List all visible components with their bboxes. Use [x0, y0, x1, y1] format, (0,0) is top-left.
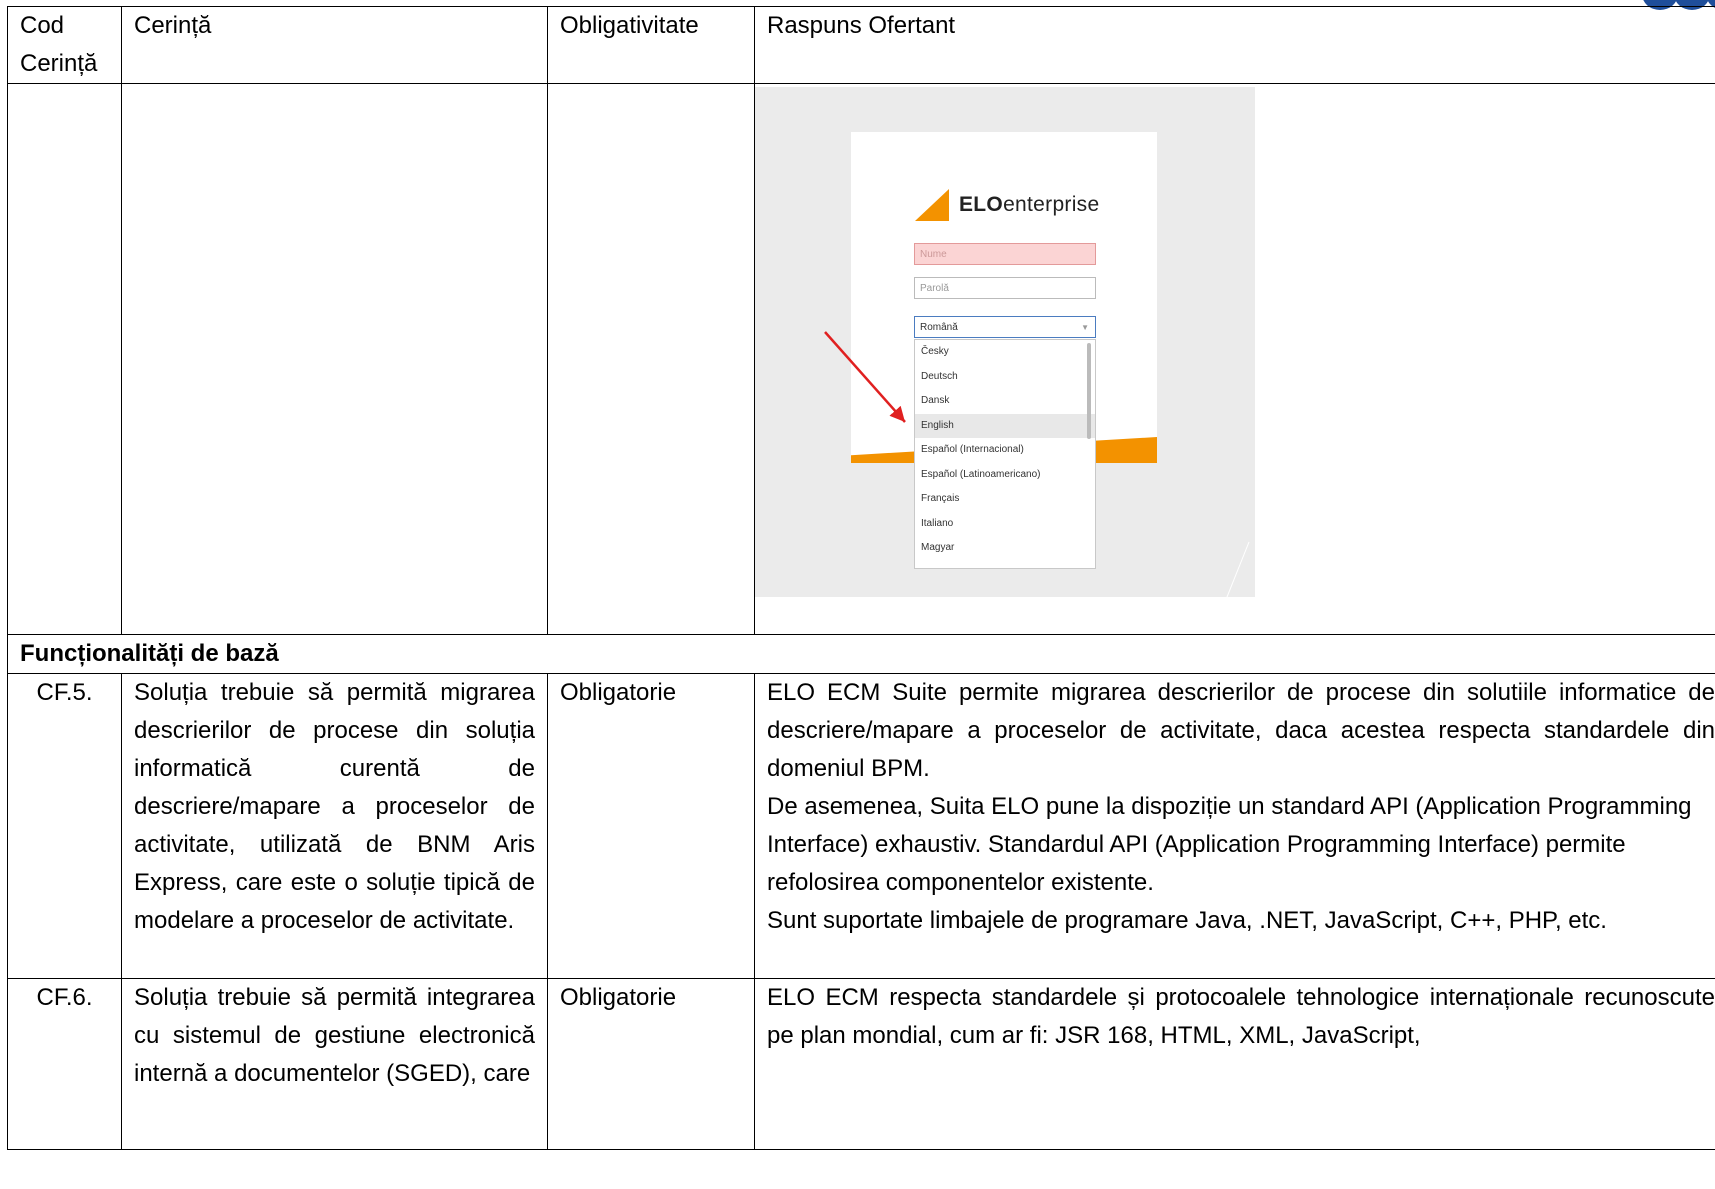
row-response: ELO ECM respecta standardele și protocoa… [754, 978, 1715, 1150]
requirements-table: Cod Cerință Cerință Obligativitate Raspu… [7, 6, 1715, 1150]
red-arrow-icon [824, 331, 1250, 597]
row-response: ELO ECM Suite permite migrarea descrieri… [754, 673, 1715, 979]
row-requirement: Soluția trebuie să permită integrarea cu… [121, 978, 548, 1150]
section-row: Funcționalități de bază [7, 634, 1715, 674]
table-row: CF.6. Soluția trebuie să permită integra… [7, 978, 1715, 1150]
row-code: CF.6. [7, 978, 122, 1150]
row-code: CF.5. [7, 673, 122, 979]
login-screenshot: ELOenterprise Nume Parolă Română ▼ Česky… [755, 87, 1255, 597]
header-requirement: Cerință [121, 6, 548, 84]
row-mandatory: Obligatorie [547, 673, 755, 979]
response-paragraph: ELO ECM Suite permite migrarea descrieri… [767, 679, 1715, 782]
row-requirement: Soluția trebuie să permită migrarea desc… [121, 673, 548, 979]
row-mandatory: Obligatorie [547, 978, 755, 1150]
response-paragraph: De asemenea, Suita ELO pune la dispoziți… [767, 793, 1692, 896]
header-response: Raspuns Ofertant [754, 6, 1715, 84]
section-title: Funcționalități de bază [7, 634, 1715, 674]
header-code: Cod Cerință [7, 6, 122, 84]
screenshot-row: ELOenterprise Nume Parolă Română ▼ Česky… [7, 83, 1715, 635]
table-row: CF.5. Soluția trebuie să permită migrare… [7, 673, 1715, 979]
table-header-row: Cod Cerință Cerință Obligativitate Raspu… [7, 6, 1715, 84]
header-mandatory: Obligativitate [547, 6, 755, 84]
response-paragraph: Sunt suportate limbajele de programare J… [767, 907, 1607, 934]
